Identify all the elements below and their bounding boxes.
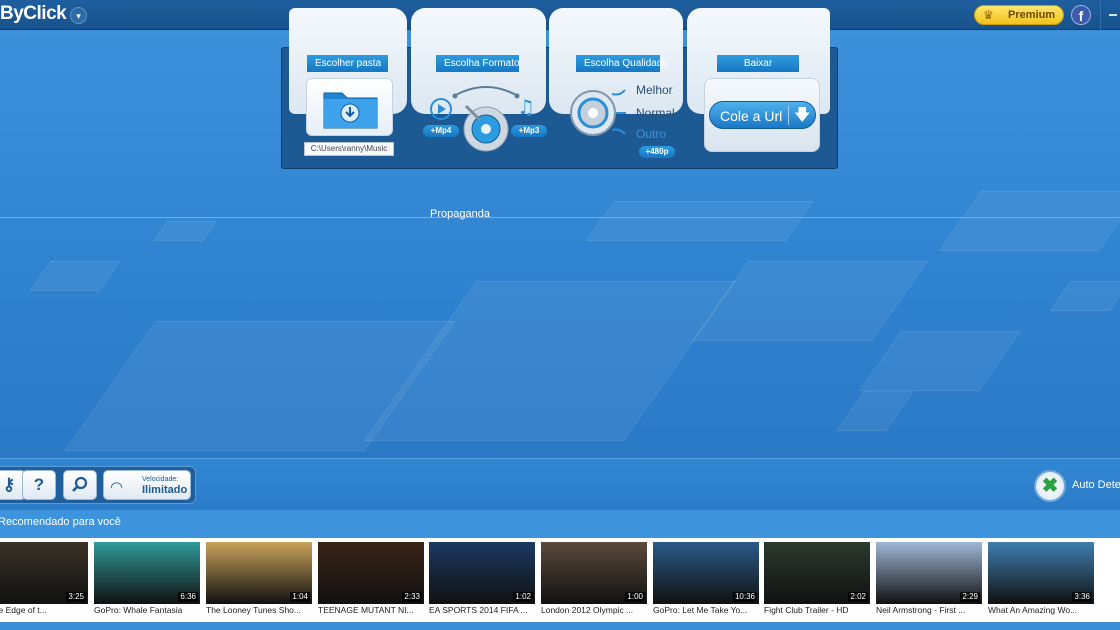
download-label: Baixar xyxy=(717,55,799,72)
button-separator xyxy=(788,106,789,125)
video-thumbnail[interactable]: 1:00 xyxy=(541,542,647,604)
facebook-button[interactable]: f xyxy=(1071,5,1091,25)
video-thumbnail[interactable]: 2:02 xyxy=(764,542,870,604)
paste-url-label: Cole a Url xyxy=(720,108,783,124)
video-thumbnail[interactable]: 2:29 xyxy=(876,542,982,604)
video-title[interactable]: Neil Armstrong - First ... xyxy=(876,605,982,615)
format-mp3-option[interactable]: +Mp3 xyxy=(511,125,547,137)
video-thumbnail[interactable]: 3:36 xyxy=(988,542,1094,604)
resolution-badge[interactable]: +480p xyxy=(639,146,675,158)
choose-quality-label: Escolha Qualidade xyxy=(576,55,668,72)
video-thumbnail[interactable]: 10:36 xyxy=(653,542,759,604)
video-thumbnail[interactable]: 2:33 xyxy=(318,542,424,604)
video-duration: 3:25 xyxy=(66,592,86,602)
recommended-title: Recomendado para você xyxy=(0,516,121,528)
recommended-header xyxy=(0,510,1120,538)
format-mp4-option[interactable]: +Mp4 xyxy=(423,125,459,137)
ad-label: Propaganda xyxy=(430,208,490,220)
video-duration: 1:00 xyxy=(625,592,645,602)
quality-dial-icon[interactable] xyxy=(568,84,632,144)
paste-url-button[interactable]: Cole a Url 🡇 xyxy=(709,101,816,129)
auto-detect-label[interactable]: Auto Detec xyxy=(1072,479,1120,491)
video-title[interactable]: EA SPORTS 2014 FIFA ... xyxy=(429,605,535,615)
video-duration: 3:36 xyxy=(1072,592,1092,602)
video-title[interactable]: The Looney Tunes Sho... xyxy=(206,605,312,615)
video-duration: 1:02 xyxy=(513,592,533,602)
search-icon xyxy=(72,476,88,492)
speed-button[interactable]: ◠ Velocidade: Ilimitado xyxy=(103,470,191,500)
search-button[interactable] xyxy=(63,470,97,500)
video-thumbnail[interactable]: 1:04 xyxy=(206,542,312,604)
key-icon: ⚷ xyxy=(2,475,16,494)
bottom-bar xyxy=(0,622,1120,630)
video-duration: 10:36 xyxy=(732,592,757,602)
divider xyxy=(0,217,1120,218)
video-duration: 2:29 xyxy=(960,592,980,602)
video-title[interactable]: TEENAGE MUTANT NI... xyxy=(318,605,424,615)
video-duration: 2:02 xyxy=(848,592,868,602)
quality-best-option[interactable]: Melhor xyxy=(636,83,673,97)
download-arrow-icon: 🡇 xyxy=(794,107,811,124)
choose-folder-label: Escolher pasta xyxy=(307,55,388,72)
help-button[interactable]: ? xyxy=(22,470,56,500)
video-thumbnail[interactable]: 6:36 xyxy=(94,542,200,604)
quality-normal-option[interactable]: Normal xyxy=(636,106,675,120)
video-duration: 1:04 xyxy=(290,592,310,602)
video-title[interactable]: GoPro: Let Me Take Yo... xyxy=(653,605,759,615)
folder-download-icon xyxy=(323,92,378,129)
folder-path-field[interactable]: C:\Users\ranny\Music xyxy=(304,142,394,156)
video-title[interactable]: What An Amazing Wo... xyxy=(988,605,1094,615)
speed-caption: Velocidade: xyxy=(142,476,179,483)
app-logo: ByClick xyxy=(0,3,67,24)
choose-format-label: Escolha Formato xyxy=(436,55,520,72)
format-dial-icon[interactable]: ♫ xyxy=(424,84,548,152)
video-thumbnail[interactable]: 1:02 xyxy=(429,542,535,604)
video-thumbnail[interactable]: 3:25 xyxy=(0,542,88,604)
premium-label: Premium xyxy=(1008,9,1056,21)
app-menu-button[interactable]: ▾ xyxy=(70,7,87,24)
minimize-button[interactable] xyxy=(1100,0,1120,30)
svg-text:♫: ♫ xyxy=(517,95,535,119)
speedometer-icon: ◠ xyxy=(110,479,124,496)
auto-detect-toggle[interactable]: ✖ xyxy=(1034,470,1066,502)
video-title[interactable]: London 2012 Olympic ... xyxy=(541,605,647,615)
premium-button[interactable]: ♛ Premium xyxy=(974,5,1064,25)
video-title[interactable]: Fight Club Trailer - HD xyxy=(764,605,870,615)
video-duration: 6:36 xyxy=(178,592,198,602)
video-title[interactable]: GoPro: Whale Fantasia xyxy=(94,605,200,615)
speed-value: Ilimitado xyxy=(142,484,188,496)
video-title[interactable]: at the Edge of t... xyxy=(0,605,88,615)
quality-other-option[interactable]: Outro xyxy=(636,127,666,141)
minimize-icon xyxy=(1109,14,1117,16)
choose-folder-button[interactable] xyxy=(306,78,393,136)
crown-icon: ♛ xyxy=(983,8,994,22)
video-duration: 2:33 xyxy=(402,592,422,602)
